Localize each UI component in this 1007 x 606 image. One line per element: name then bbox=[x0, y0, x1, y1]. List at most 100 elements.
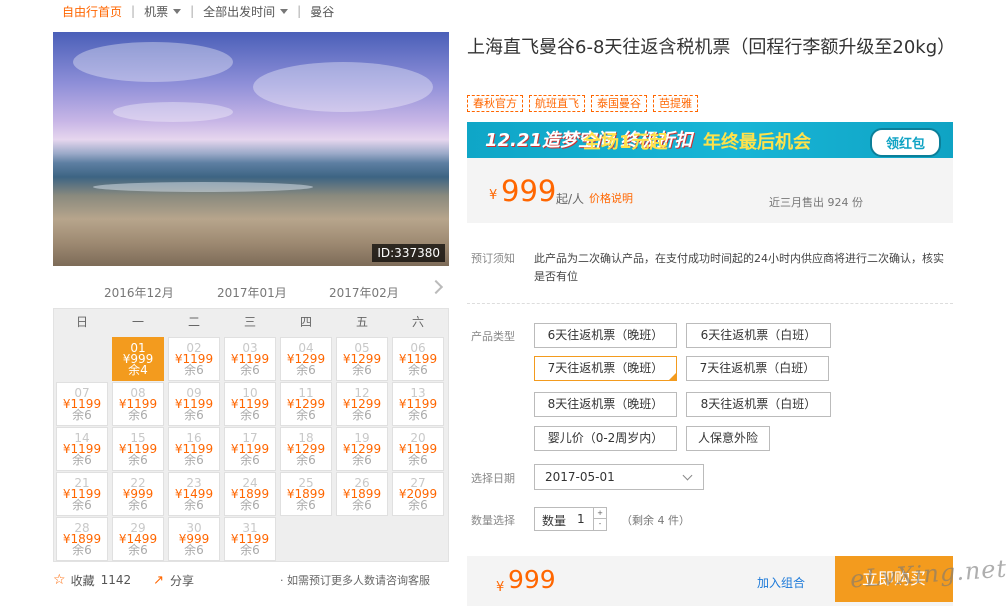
calendar-month-tabs: 2016年12月 2017年01月 2017年02月 bbox=[53, 276, 449, 306]
promo-banner[interactable]: 12.21造梦空间 终极折扣 全场1元起 年终最后机会 领红包 bbox=[467, 122, 953, 158]
calendar-day-cell[interactable]: 28 ¥1899 余6 bbox=[56, 517, 108, 561]
section-divider bbox=[467, 303, 953, 304]
option-7day-day[interactable]: 7天往返机票（白班） bbox=[686, 356, 829, 381]
price-explain-link[interactable]: 价格说明 bbox=[589, 190, 633, 206]
calendar-day-stock: 余6 bbox=[240, 543, 260, 557]
option-6day-night[interactable]: 6天往返机票（晚班） bbox=[534, 323, 677, 348]
calendar-day-cell[interactable]: 26 ¥1899 余6 bbox=[336, 472, 388, 516]
quantity-stepper[interactable]: 数量 1 + - bbox=[534, 507, 607, 531]
calendar-day-cell[interactable]: 18 ¥1299 余6 bbox=[280, 427, 332, 471]
calendar-day-stock: 余4 bbox=[128, 363, 148, 377]
weekday-label: 二 bbox=[187, 315, 200, 329]
calendar-day-cell[interactable]: 01 ¥999 余4 bbox=[112, 337, 164, 381]
calendar-day-cell[interactable]: 20 ¥1199 余6 bbox=[392, 427, 444, 471]
calendar-day-cell[interactable]: 09 ¥1199 余6 bbox=[168, 382, 220, 426]
product-tag[interactable]: 泰国曼谷 bbox=[591, 95, 647, 112]
cloud-shape bbox=[113, 102, 233, 122]
breadcrumb-category-dropdown[interactable]: 机票 bbox=[144, 3, 182, 20]
chevron-right-icon[interactable] bbox=[428, 279, 444, 295]
option-6day-day[interactable]: 6天往返机票（白班） bbox=[686, 323, 831, 348]
calendar-day-cell[interactable]: 08 ¥1199 余6 bbox=[112, 382, 164, 426]
calendar-day-cell[interactable]: 15 ¥1199 余6 bbox=[112, 427, 164, 471]
calendar-day-cell[interactable]: 06 ¥1199 余6 bbox=[392, 337, 444, 381]
breadcrumb-separator: | bbox=[297, 4, 302, 18]
product-tag[interactable]: 春秋官方 bbox=[467, 95, 523, 112]
calendar-day-cell[interactable]: 19 ¥1299 余6 bbox=[336, 427, 388, 471]
calendar-day-stock: 余6 bbox=[184, 498, 204, 512]
calendar-day-cell[interactable]: 05 ¥1299 余6 bbox=[336, 337, 388, 381]
decrement-icon[interactable]: - bbox=[594, 519, 606, 530]
option-7day-night[interactable]: 7天往返机票（晚班） bbox=[534, 356, 677, 381]
product-title: 上海直飞曼谷6-8天往返含税机票（回程行李额升级至20kg） bbox=[467, 37, 956, 58]
calendar-day-cell[interactable]: 02 ¥1199 余6 bbox=[168, 337, 220, 381]
product-tags: 春秋官方 航班直飞 泰国曼谷 芭提雅 bbox=[467, 95, 698, 112]
favorite-count: 1142 bbox=[100, 573, 132, 587]
calendar-day-stock: 余6 bbox=[352, 498, 372, 512]
calendar-day-cell[interactable]: 25 ¥1899 余6 bbox=[280, 472, 332, 516]
calendar-day-stock: 余6 bbox=[184, 543, 204, 557]
month-tab[interactable]: 2016年12月 bbox=[104, 284, 174, 301]
breadcrumb-destination: 曼谷 bbox=[310, 4, 335, 19]
add-combo-link[interactable]: 加入组合 bbox=[757, 574, 805, 591]
month-tab[interactable]: 2017年02月 bbox=[329, 284, 399, 301]
option-8day-night[interactable]: 8天往返机票（晚班） bbox=[534, 392, 677, 417]
total-price: 999 bbox=[508, 565, 556, 594]
option-accident-insurance[interactable]: 人保意外险 bbox=[686, 426, 770, 451]
breadcrumb-home-link[interactable]: 自由行首页 bbox=[62, 3, 122, 20]
cloud-shape bbox=[73, 42, 233, 82]
calendar-day-cell[interactable]: 24 ¥1899 余6 bbox=[224, 472, 276, 516]
product-tag[interactable]: 航班直飞 bbox=[529, 95, 585, 112]
share-label[interactable]: 分享 bbox=[170, 572, 194, 589]
price-box: ¥ 999 起/人 价格说明 近三月售出 924 份 bbox=[467, 158, 953, 223]
share-icon[interactable]: ↗ bbox=[153, 573, 164, 588]
price-calendar: 日 一 二 三 四 五 六 01 ¥999 余4 02 ¥1199 余6 03 ¥1199 余6… bbox=[53, 308, 449, 562]
calendar-day-cell[interactable]: 14 ¥1199 余6 bbox=[56, 427, 108, 471]
option-8day-day[interactable]: 8天往返机票（白班） bbox=[686, 392, 831, 417]
weekday-label: 六 bbox=[411, 315, 424, 329]
weekday-label: 四 bbox=[299, 315, 312, 329]
calendar-day-stock: 余6 bbox=[184, 408, 204, 422]
calendar-day-cell[interactable]: 23 ¥1499 余6 bbox=[168, 472, 220, 516]
calendar-day-stock: 余6 bbox=[128, 453, 148, 467]
calendar-day-cell[interactable]: 31 ¥1199 余6 bbox=[224, 517, 276, 561]
calendar-day-cell[interactable]: 21 ¥1199 余6 bbox=[56, 472, 108, 516]
breadcrumb: 自由行首页 | 机票 | 全部出发时间 | 曼谷 bbox=[62, 2, 334, 20]
calendar-day-cell[interactable]: 13 ¥1199 余6 bbox=[392, 382, 444, 426]
quantity-stepper-buttons: + - bbox=[593, 508, 606, 530]
calendar-day-cell[interactable]: 29 ¥1499 余6 bbox=[112, 517, 164, 561]
calendar-day-cell[interactable]: 07 ¥1199 余6 bbox=[56, 382, 108, 426]
increment-icon[interactable]: + bbox=[594, 508, 606, 519]
calendar-day-cell[interactable]: 04 ¥1299 余6 bbox=[280, 337, 332, 381]
product-actions: ☆ 收藏 1142 ↗ 分享 · 如需预订更多人数请咨询客服 bbox=[53, 572, 453, 588]
breadcrumb-departure-label: 全部出发时间 bbox=[203, 4, 276, 19]
calendar-day-cell[interactable]: 12 ¥1299 余6 bbox=[336, 382, 388, 426]
option-infant-price[interactable]: 婴儿价（0-2周岁内） bbox=[534, 426, 677, 451]
calendar-day-stock: 余6 bbox=[72, 543, 92, 557]
calendar-day-stock: 余6 bbox=[296, 453, 316, 467]
date-select[interactable]: 2017-05-01 bbox=[534, 464, 704, 490]
calendar-day-cell[interactable]: 10 ¥1199 余6 bbox=[224, 382, 276, 426]
calendar-day-cell[interactable]: 03 ¥1199 余6 bbox=[224, 337, 276, 381]
star-icon[interactable]: ☆ bbox=[53, 572, 66, 588]
date-select-value: 2017-05-01 bbox=[545, 470, 615, 484]
price-currency: ¥ bbox=[489, 188, 498, 203]
calendar-day-cell[interactable]: 11 ¥1299 余6 bbox=[280, 382, 332, 426]
price-value: 999 bbox=[501, 174, 557, 208]
quantity-value[interactable]: 1 bbox=[577, 512, 585, 526]
breadcrumb-departure-dropdown[interactable]: 全部出发时间 bbox=[203, 3, 289, 20]
calendar-day-stock: 余6 bbox=[72, 453, 92, 467]
calendar-day-cell[interactable]: 22 ¥999 余6 bbox=[112, 472, 164, 516]
breadcrumb-separator: | bbox=[131, 4, 136, 18]
chevron-down-icon bbox=[682, 470, 693, 481]
calendar-day-cell[interactable]: 30 ¥999 余6 bbox=[168, 517, 220, 561]
calendar-day-cell[interactable]: 16 ¥1199 余6 bbox=[168, 427, 220, 471]
calendar-day-stock: 余6 bbox=[296, 363, 316, 377]
product-tag[interactable]: 芭提雅 bbox=[653, 95, 698, 112]
calendar-day-cell[interactable]: 17 ¥1199 余6 bbox=[224, 427, 276, 471]
month-tab[interactable]: 2017年01月 bbox=[217, 284, 287, 301]
notice-label: 预订须知 bbox=[471, 252, 515, 265]
calendar-day-cell[interactable]: 27 ¥2099 余6 bbox=[392, 472, 444, 516]
favorite-label[interactable]: 收藏 bbox=[71, 572, 95, 589]
calendar-day-stock: 余6 bbox=[408, 363, 428, 377]
banner-coupon-button[interactable]: 领红包 bbox=[869, 128, 941, 157]
